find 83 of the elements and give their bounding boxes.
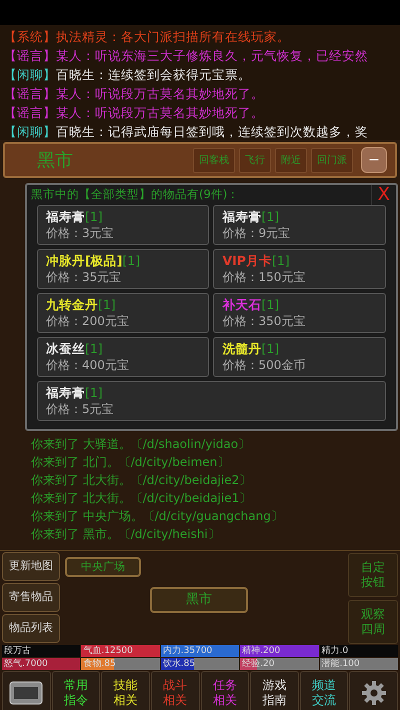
side-button[interactable]: 观察 四周 bbox=[348, 600, 398, 644]
log-line: 你来到了 北大街。〔/d/city/beidajie1〕 bbox=[30, 490, 252, 507]
item-price: 价格：9元宝 bbox=[222, 225, 292, 241]
item-name: 福寿膏 bbox=[46, 209, 85, 224]
side-button[interactable]: 寄售物品 bbox=[2, 583, 60, 612]
item-price: 价格：150元宝 bbox=[222, 269, 306, 285]
item-card[interactable]: 补天石[1] 价格：350元宝 bbox=[213, 293, 386, 333]
item-card[interactable]: 洗髓丹[1] 价格：500金币 bbox=[213, 337, 386, 377]
item-card[interactable]: VIP月卡[1] 价格：150元宝 bbox=[213, 249, 386, 289]
item-name: 福寿膏 bbox=[46, 385, 85, 400]
item-name: 洗髓丹 bbox=[222, 341, 262, 356]
item-count: [1] bbox=[84, 341, 103, 356]
menu-button[interactable]: 频道 交流 bbox=[300, 671, 348, 710]
channel-tag: 【闲聊】 bbox=[4, 124, 56, 139]
item-count: [1] bbox=[261, 297, 280, 312]
item-card[interactable]: 福寿膏[1] 价格：5元宝 bbox=[36, 381, 386, 421]
item-card[interactable]: 冲脉丹[极品][1] 价格：35元宝 bbox=[36, 249, 210, 289]
stat-label: 饮水.85 bbox=[162, 659, 196, 669]
channel-tag: 【谣言】 bbox=[4, 86, 56, 101]
item-name: VIP月卡 bbox=[222, 253, 272, 268]
item-count: [1] bbox=[84, 385, 103, 400]
location-title: 黑市 bbox=[37, 148, 73, 172]
item-price: 价格：350元宝 bbox=[222, 313, 306, 329]
settings-icon bbox=[360, 680, 387, 706]
item-price: 价格：400元宝 bbox=[46, 357, 130, 373]
stat-label: 精神.200 bbox=[241, 646, 280, 656]
channel-tag: 【谣言】 bbox=[4, 105, 56, 120]
map-room[interactable]: 黑市 bbox=[150, 587, 248, 613]
chat-message: 百晓生：连续签到会获得元宝票。 bbox=[56, 67, 251, 82]
side-button[interactable]: 更新地图 bbox=[2, 552, 60, 581]
input-button[interactable] bbox=[2, 671, 51, 710]
menu-button[interactable]: 常用 指令 bbox=[52, 671, 100, 710]
chat-message: 某人：听说段万古莫名其妙地死了。 bbox=[56, 86, 264, 101]
chat-message: 执法精灵：各大门派扫描所有在线玩家。 bbox=[56, 29, 290, 44]
stat-label: 内力.35700 bbox=[162, 646, 212, 656]
item-name: 冰蚕丝 bbox=[46, 341, 85, 356]
map-room[interactable]: 中央广场 bbox=[65, 557, 141, 577]
chat-message: 某人：听说东海三大子修炼良久，元气恢复，已经安然 bbox=[56, 48, 368, 63]
item-count: [1] bbox=[84, 209, 103, 224]
item-name: 补天石 bbox=[222, 297, 262, 312]
menu-button[interactable]: 游戏 指南 bbox=[250, 671, 299, 710]
chat-message: 某人：听说段万古莫名其妙地死了。 bbox=[56, 105, 264, 120]
settings-button[interactable] bbox=[349, 671, 398, 710]
item-count: [1] bbox=[122, 253, 140, 268]
item-card[interactable]: 冰蚕丝[1] 价格：400元宝 bbox=[36, 337, 210, 377]
item-count: [1] bbox=[272, 253, 290, 268]
stat-label: 气血.12500 bbox=[82, 646, 133, 656]
log-line: 你来到了 大驿道。〔/d/shaolin/yidao〕 bbox=[30, 436, 252, 453]
item-price: 价格：200元宝 bbox=[46, 313, 130, 329]
log-line: 你来到了 北大街。〔/d/city/beidajie2〕 bbox=[30, 472, 252, 489]
market-title: 黑市中的【全部类型】的物品有(9件)： bbox=[30, 186, 240, 204]
screen-icon bbox=[9, 680, 44, 704]
channel-tag: 【闲聊】 bbox=[4, 67, 56, 82]
item-name: 九转金丹 bbox=[46, 297, 98, 312]
stat-label: 经验.20 bbox=[241, 659, 275, 669]
item-card[interactable]: 九转金丹[1] 价格：200元宝 bbox=[36, 293, 210, 333]
menu-button[interactable]: 战斗 相关 bbox=[150, 671, 200, 710]
stat-label: 段万古 bbox=[3, 646, 31, 656]
channel-tag: 【谣言】 bbox=[4, 48, 56, 63]
menu-button[interactable]: 技能 相关 bbox=[101, 671, 150, 710]
log-line: 你来到了 黑市。〔/d/city/heishi〕 bbox=[30, 526, 221, 543]
item-name: 冲脉丹[极品] bbox=[46, 253, 122, 268]
stat-label: 精力.0 bbox=[320, 646, 348, 656]
item-name: 福寿膏 bbox=[222, 209, 262, 224]
chat-message: 百晓生：记得武庙每日签到哦，连续签到次数越多，奖 bbox=[56, 124, 368, 139]
side-button[interactable]: 自定 按钮 bbox=[348, 553, 398, 597]
log-line: 你来到了 北门。〔/d/city/beimen〕 bbox=[30, 454, 230, 471]
side-button[interactable]: 物品列表 bbox=[2, 614, 60, 643]
item-count: [1] bbox=[261, 341, 280, 356]
menu-button[interactable]: 任务 相关 bbox=[200, 671, 250, 710]
item-price: 价格：5元宝 bbox=[46, 401, 115, 417]
item-price: 价格：35元宝 bbox=[46, 269, 122, 285]
channel-tag: 【系统】 bbox=[4, 29, 56, 44]
item-card[interactable]: 福寿膏[1] 价格：3元宝 bbox=[36, 205, 210, 245]
log-line: 你来到了 中央广场。〔/d/city/guangchang〕 bbox=[30, 508, 284, 525]
item-count: [1] bbox=[261, 209, 280, 224]
item-price: 价格：3元宝 bbox=[46, 225, 115, 241]
stat-label: 怒气.7000 bbox=[3, 659, 48, 669]
item-card[interactable]: 福寿膏[1] 价格：9元宝 bbox=[213, 205, 386, 245]
item-price: 价格：500金币 bbox=[222, 357, 306, 373]
stat-label: 潜能.100 bbox=[320, 659, 360, 669]
item-count: [1] bbox=[98, 297, 116, 312]
collapse-button[interactable]: − bbox=[361, 147, 387, 173]
